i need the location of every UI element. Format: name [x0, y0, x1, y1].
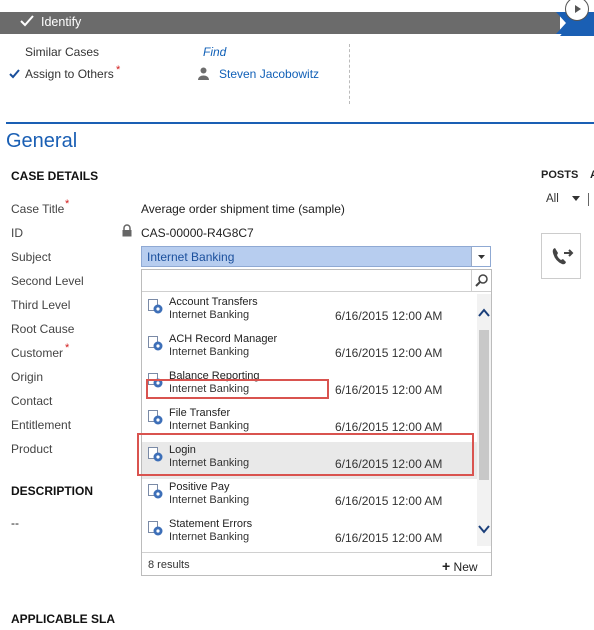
lookup-search-input[interactable] — [142, 270, 491, 292]
posts-tab[interactable]: POSTS — [541, 169, 578, 181]
field-label-subject: Subject — [11, 250, 52, 264]
description-heading: DESCRIPTION — [11, 484, 94, 498]
field-label-contact: Contact — [11, 394, 53, 408]
lookup-result-item[interactable]: Statement Errors Internet Banking 6/16/2… — [142, 516, 477, 553]
result-name: ACH Record Manager — [169, 333, 278, 345]
result-date: 6/16/2015 12:00 AM — [335, 420, 443, 434]
result-date: 6/16/2015 12:00 AM — [335, 346, 443, 360]
lookup-result-item[interactable]: Account Transfers Internet Banking 6/16/… — [142, 294, 477, 331]
stage-label: Identify — [41, 15, 82, 29]
chevron-down-icon[interactable] — [572, 196, 580, 202]
result-name: File Transfer — [169, 407, 231, 419]
field-label-origin: Origin — [11, 370, 44, 384]
result-subject: Internet Banking — [169, 531, 250, 543]
result-subject: Internet Banking — [169, 494, 250, 506]
posts-filter[interactable]: All — [546, 193, 559, 205]
new-record-label: New — [453, 560, 478, 574]
applicable-sla-heading: APPLICABLE SLA — [11, 612, 116, 626]
subject-gear-icon — [148, 299, 163, 314]
lookup-footer: 8 results + New — [142, 552, 491, 576]
chevron-up-icon[interactable] — [477, 306, 491, 320]
field-label-product: Product — [11, 442, 53, 456]
field-label-case-title: Case Title — [11, 202, 65, 216]
result-name: Statement Errors — [169, 518, 253, 530]
lookup-result-item[interactable]: Positive Pay Internet Banking 6/16/2015 … — [142, 479, 477, 516]
case-id-value: CAS-00000-R4G8C7 — [141, 226, 254, 240]
results-count: 8 results — [148, 559, 190, 571]
phone-call-icon — [552, 248, 574, 265]
step-assign-to-others-label: Assign to Others — [25, 67, 114, 81]
required-marker: * — [65, 342, 70, 354]
subject-value: Internet Banking — [147, 250, 235, 264]
subject-gear-icon — [148, 410, 163, 425]
lookup-search-button[interactable] — [471, 270, 491, 291]
toolbar-separator — [588, 193, 589, 206]
section-title: General — [6, 130, 78, 152]
step-similar-cases-label: Similar Cases — [25, 45, 100, 59]
process-divider — [349, 44, 350, 104]
step-complete-check-icon — [9, 69, 20, 79]
result-subject: Internet Banking — [169, 420, 250, 432]
subject-lookup-field[interactable]: Internet Banking — [141, 246, 491, 267]
stage-check-icon — [20, 15, 34, 27]
field-label-customer: Customer — [11, 346, 64, 360]
subject-gear-icon — [148, 336, 163, 351]
lookup-scrollbar-thumb[interactable] — [479, 330, 489, 480]
highlight-box — [137, 433, 474, 476]
subject-gear-icon — [148, 521, 163, 536]
result-name: Positive Pay — [169, 481, 230, 493]
field-label-entitlement: Entitlement — [11, 418, 72, 432]
process-stage-bar[interactable] — [0, 12, 560, 34]
chevron-down-icon[interactable] — [477, 522, 491, 536]
lock-icon — [122, 224, 132, 237]
case-details-heading: CASE DETAILS — [11, 169, 99, 183]
result-subject: Internet Banking — [169, 309, 250, 321]
search-icon — [475, 274, 488, 287]
phone-call-button[interactable] — [541, 233, 581, 279]
subject-dropdown-button[interactable] — [471, 247, 490, 266]
result-name: Account Transfers — [169, 296, 258, 308]
result-date: 6/16/2015 12:00 AM — [335, 494, 443, 508]
assigned-user-link[interactable]: Steven Jacobowitz — [219, 67, 319, 81]
subject-gear-icon — [148, 484, 163, 499]
highlight-box — [146, 379, 329, 399]
field-label-id: ID — [11, 226, 23, 240]
user-icon — [198, 67, 209, 80]
field-label-third-level: Third Level — [11, 298, 71, 312]
find-similar-cases-link[interactable]: Find — [203, 45, 226, 59]
result-date: 6/16/2015 12:00 AM — [335, 309, 443, 323]
result-date: 6/16/2015 12:00 AM — [335, 531, 443, 545]
description-value[interactable]: -- — [11, 516, 19, 530]
subject-lookup-popup: Account Transfers Internet Banking 6/16/… — [141, 269, 492, 576]
case-title-value[interactable]: Average order shipment time (sample) — [141, 202, 345, 216]
result-date: 6/16/2015 12:00 AM — [335, 383, 443, 397]
new-record-button[interactable]: + New — [442, 558, 478, 574]
result-subject: Internet Banking — [169, 346, 250, 358]
section-divider — [6, 122, 594, 124]
field-label-second-level: Second Level — [11, 274, 84, 288]
required-marker: * — [65, 198, 70, 210]
lookup-result-item[interactable]: ACH Record Manager Internet Banking 6/16… — [142, 331, 477, 368]
stage-flag-icon[interactable] — [565, 0, 589, 21]
field-label-root-cause: Root Cause — [11, 322, 75, 336]
chevron-down-icon — [478, 255, 485, 259]
required-marker: * — [116, 64, 121, 76]
activities-tab-partial[interactable]: A — [590, 169, 594, 181]
